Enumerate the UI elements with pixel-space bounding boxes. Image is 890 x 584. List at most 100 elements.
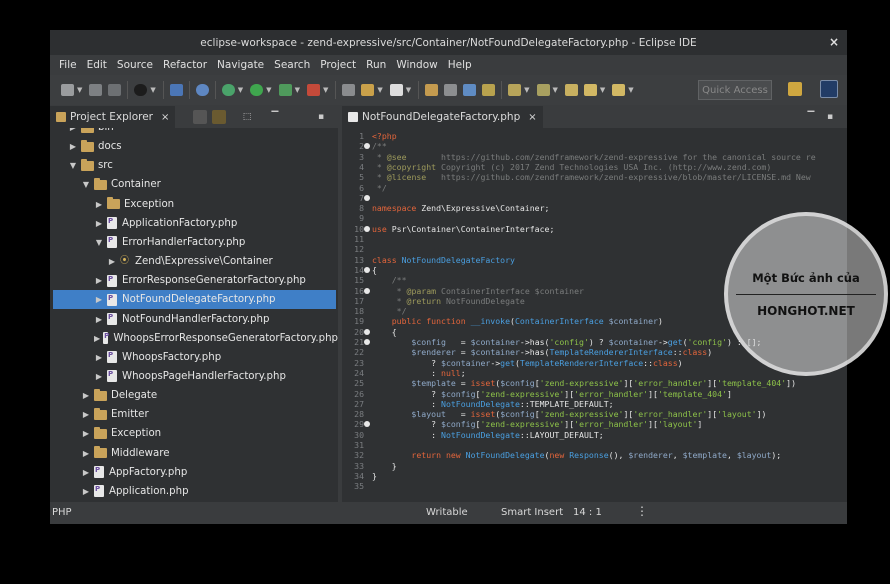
next-annotation-icon[interactable] <box>508 84 522 96</box>
chevron-down-icon[interactable]: ▼ <box>81 180 91 189</box>
save-all-icon[interactable] <box>108 84 122 96</box>
tree-item[interactable]: ▶ NotFoundDelegateFactory.php <box>53 290 336 310</box>
tree-item[interactable]: ▶ NotFoundHandlerFactory.php <box>50 310 338 329</box>
menu-source[interactable]: Source <box>112 59 158 71</box>
back-arrow-icon[interactable] <box>583 84 597 96</box>
tab-project-explorer[interactable]: Project Explorer × <box>50 106 176 128</box>
menu-search[interactable]: Search <box>269 59 315 71</box>
close-icon[interactable]: × <box>829 35 839 49</box>
new-file-icon[interactable] <box>61 84 74 96</box>
quick-access-input[interactable]: Quick Access <box>698 80 772 100</box>
close-icon[interactable]: × <box>161 112 169 123</box>
chevron-down-icon[interactable]: ▼ <box>94 238 104 247</box>
chevron-right-icon[interactable]: ▶ <box>94 353 104 362</box>
tree-item[interactable]: ▶ ErrorResponseGeneratorFactory.php <box>50 271 338 290</box>
chevron-right-icon[interactable]: ▶ <box>94 200 104 209</box>
fold-marker-icon[interactable] <box>364 339 370 345</box>
tree-item[interactable]: ▶ Emitter <box>50 405 338 424</box>
tree-item[interactable]: ▶ docs <box>50 137 338 156</box>
fold-marker-icon[interactable] <box>364 421 370 428</box>
fold-marker-icon[interactable] <box>364 328 370 335</box>
tree-item[interactable]: ▶ ApplicationFactory.php <box>50 214 338 233</box>
prev-annotation-icon[interactable] <box>536 84 550 96</box>
chevron-right-icon[interactable]: ▶ <box>94 334 100 343</box>
menu-file[interactable]: File <box>54 59 82 71</box>
code-line: ? $config['zend-expressive']['error_hand… <box>372 419 703 430</box>
run-icon[interactable] <box>250 84 264 96</box>
collapse-all-icon[interactable] <box>193 110 207 124</box>
fold-marker-icon[interactable] <box>364 287 370 294</box>
debug-perspective-icon[interactable] <box>820 80 838 98</box>
open-task-icon[interactable] <box>425 84 439 96</box>
close-icon[interactable]: × <box>528 112 536 123</box>
save-icon[interactable] <box>89 84 103 96</box>
menu-edit[interactable]: Edit <box>82 59 112 71</box>
status-menu-icon[interactable]: ⋮ <box>636 504 648 518</box>
menu-help[interactable]: Help <box>443 59 477 71</box>
coverage-icon[interactable] <box>306 84 320 96</box>
skip-breakpoints-icon[interactable] <box>195 84 209 96</box>
open-type-icon[interactable] <box>361 84 375 96</box>
chevron-right-icon[interactable]: ▶ <box>81 391 91 400</box>
minimize-icon[interactable]: ▔ <box>804 110 818 124</box>
chevron-right-icon[interactable]: ▶ <box>68 128 78 132</box>
tree-item[interactable]: ▶ WhoopsErrorResponseGeneratorFactory.php <box>50 329 338 348</box>
chevron-right-icon[interactable]: ▶ <box>81 468 91 477</box>
php-perspective-icon[interactable] <box>788 82 802 96</box>
tree-item[interactable]: ▶ Middleware <box>50 444 338 463</box>
chevron-right-icon[interactable]: ▶ <box>94 315 104 324</box>
forward-arrow-icon[interactable] <box>612 84 626 96</box>
tree-item-label: WhoopsPageHandlerFactory.php <box>122 370 286 382</box>
chevron-right-icon[interactable]: ▶ <box>81 410 91 419</box>
tree-item[interactable]: ▶ bin <box>50 128 338 137</box>
tree-item[interactable]: ▶ WhoopsFactory.php <box>50 348 338 367</box>
menu-run[interactable]: Run <box>361 59 391 71</box>
search-icon[interactable] <box>389 84 403 96</box>
last-edit-icon[interactable] <box>564 84 578 96</box>
fold-marker-icon[interactable] <box>364 194 370 201</box>
tree-item[interactable]: ▶ AppFactory.php <box>50 463 338 482</box>
terminal-icon[interactable] <box>169 84 183 96</box>
menu-window[interactable]: Window <box>391 59 442 71</box>
tree-item[interactable]: ▶ Exception <box>50 424 338 443</box>
view-menu-icon[interactable]: ⬚ <box>240 110 254 124</box>
toggle-mark-icon[interactable] <box>444 84 458 96</box>
maximize-icon[interactable]: ▪ <box>823 110 837 124</box>
chevron-right-icon[interactable]: ▶ <box>81 429 91 438</box>
maximize-icon[interactable]: ▪ <box>314 110 328 124</box>
tree-item[interactable]: ▼ ErrorHandlerFactory.php <box>50 233 338 252</box>
debug-run-icon[interactable] <box>221 84 235 96</box>
chevron-right-icon[interactable]: ▶ <box>94 295 104 304</box>
link-editor-icon[interactable] <box>212 110 226 124</box>
chevron-right-icon[interactable]: ▶ <box>94 276 104 285</box>
run-external-icon[interactable] <box>278 84 292 96</box>
edit-icon[interactable] <box>482 84 496 96</box>
tree-item[interactable]: ▶ Delegate <box>50 386 338 405</box>
chevron-right-icon[interactable]: ▶ <box>94 219 104 228</box>
chevron-right-icon[interactable]: ▶ <box>81 449 91 458</box>
show-whitespace-icon[interactable] <box>463 84 477 96</box>
chevron-down-icon[interactable]: ▼ <box>68 161 78 170</box>
menu-refactor[interactable]: Refactor <box>158 59 212 71</box>
tree-item-label: ErrorResponseGeneratorFactory.php <box>122 275 306 287</box>
tree-item[interactable]: ▶ ⦿ Zend\Expressive\Container <box>50 252 338 271</box>
menu-navigate[interactable]: Navigate <box>212 59 269 71</box>
new-project-icon[interactable] <box>342 84 356 96</box>
tree-item[interactable]: ▼ Container <box>50 175 338 194</box>
menu-project[interactable]: Project <box>315 59 361 71</box>
tree-item[interactable]: ▶ Exception <box>50 195 338 214</box>
minimize-icon[interactable]: ▔ <box>268 110 282 124</box>
debug-icon[interactable] <box>134 84 148 96</box>
fold-marker-icon[interactable] <box>364 143 370 150</box>
fold-marker-icon[interactable] <box>364 266 370 273</box>
tree-item[interactable]: ▼ src <box>50 156 338 175</box>
chevron-right-icon[interactable]: ▶ <box>68 142 78 151</box>
chevron-right-icon[interactable]: ▶ <box>81 487 91 496</box>
tree-item[interactable]: ▶ WhoopsPageHandlerFactory.php <box>50 367 338 386</box>
tree-item[interactable]: ▶ Application.php <box>50 482 338 501</box>
fold-marker-icon[interactable] <box>364 225 370 232</box>
chevron-right-icon[interactable]: ▶ <box>94 372 104 381</box>
tab-notfounddelegatefactory[interactable]: NotFoundDelegateFactory.php × <box>342 106 543 128</box>
line-number: 23 <box>354 357 364 368</box>
chevron-right-icon[interactable]: ▶ <box>107 257 117 266</box>
